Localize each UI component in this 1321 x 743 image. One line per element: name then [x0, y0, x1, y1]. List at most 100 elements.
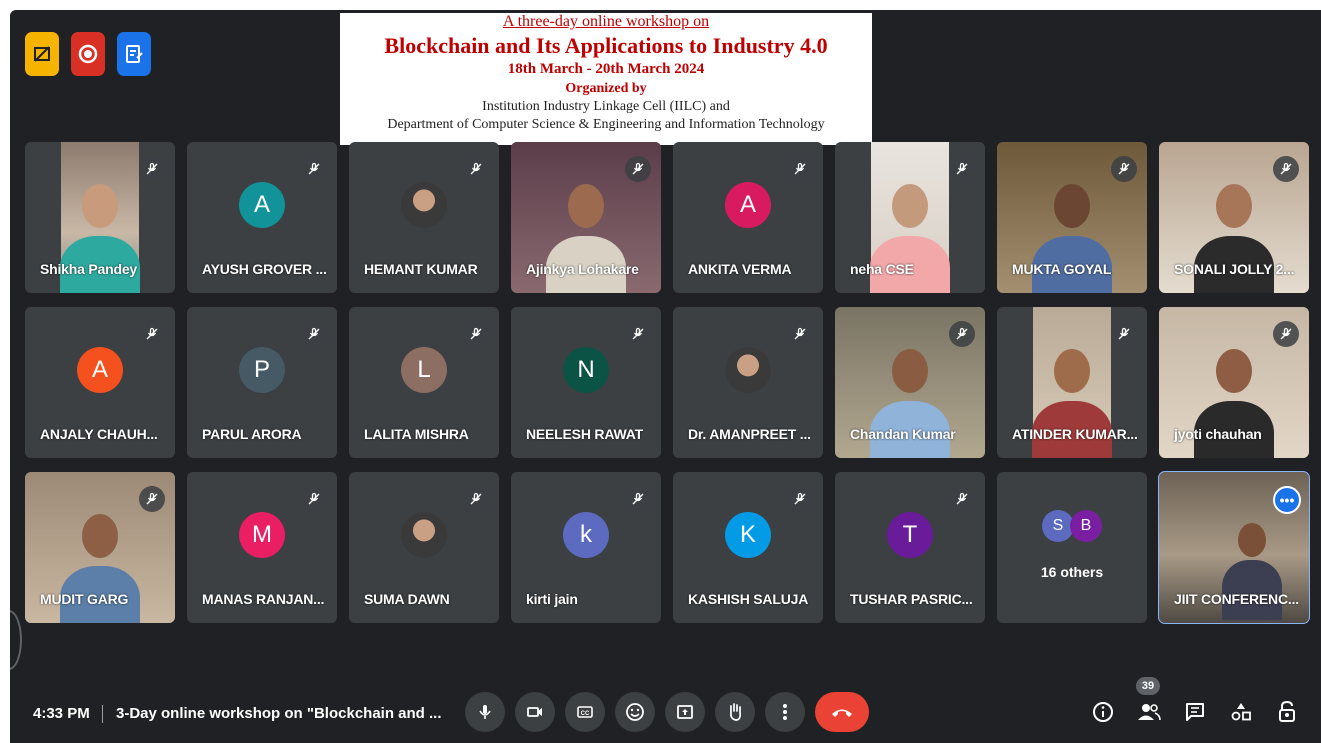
emoji-icon[interactable]: [615, 692, 655, 732]
participant-name: LALITA MISHRA: [364, 426, 469, 442]
avatar: B: [1070, 510, 1102, 542]
avatar: A: [239, 181, 285, 228]
participant-tile[interactable]: Dr. AMANPREET ...: [673, 307, 823, 458]
more-options-icon[interactable]: [765, 692, 805, 732]
participant-tile[interactable]: neha CSE: [835, 142, 985, 293]
participant-tile[interactable]: MUKTA GOYAL: [997, 142, 1147, 293]
avatar: K: [725, 511, 771, 558]
muted-mic-icon: [949, 321, 975, 347]
muted-mic-icon: [625, 321, 651, 347]
participant-grid: Shikha Pandey A AYUSH GROVER ... HEMANT KUM…: [25, 142, 1310, 624]
participant-name: PARUL ARORA: [202, 426, 302, 442]
recording-icon[interactable]: [71, 32, 105, 76]
muted-mic-icon: [301, 156, 327, 182]
participant-tile[interactable]: T TUSHAR PASRIC...: [835, 472, 985, 623]
avatar: [725, 346, 771, 393]
participant-name: SUMA DAWN: [364, 591, 450, 607]
muted-mic-icon: [463, 156, 489, 182]
avatar: A: [725, 181, 771, 228]
bottom-bar: 4:33 PM 3-Day online workshop on "Blockc…: [10, 677, 1321, 743]
participant-tile[interactable]: SONALI JOLLY 2...: [1159, 142, 1309, 293]
participant-tile[interactable]: P PARUL ARORA: [187, 307, 337, 458]
participant-tile[interactable]: A ANKITA VERMA: [673, 142, 823, 293]
captions-icon[interactable]: CC: [565, 692, 605, 732]
avatar: N: [563, 346, 609, 393]
banner-organizer-1: Institution Industry Linkage Cell (IILC)…: [482, 99, 730, 115]
participant-name: ANJALY CHAUH...: [40, 426, 158, 442]
muted-mic-icon: [139, 486, 165, 512]
camera-icon[interactable]: [515, 692, 555, 732]
svg-text:CC: CC: [581, 711, 590, 717]
others-count-label: 16 others: [1040, 564, 1104, 580]
avatar: [401, 511, 447, 558]
muted-mic-icon: [463, 486, 489, 512]
present-icon[interactable]: [665, 692, 705, 732]
participant-tile[interactable]: Ajinkya Lohakare: [511, 142, 661, 293]
avatar: [401, 181, 447, 228]
participant-tile[interactable]: A ANJALY CHAUH...: [25, 307, 175, 458]
end-call-icon[interactable]: [815, 692, 869, 732]
muted-mic-icon: [625, 486, 651, 512]
participant-name: MUDIT GARG: [40, 591, 129, 607]
presentation-banner: A three-day online workshop on Blockchai…: [340, 13, 872, 145]
self-tile[interactable]: ••• JIIT CONFERENC...: [1158, 471, 1310, 624]
muted-mic-icon: [301, 486, 327, 512]
chat-icon[interactable]: [1182, 699, 1208, 725]
participant-tile[interactable]: A AYUSH GROVER ...: [187, 142, 337, 293]
meet-stage: A three-day online workshop on Blockchai…: [10, 10, 1321, 743]
meeting-title[interactable]: 3-Day online workshop on "Blockchain and…: [116, 705, 442, 722]
side-panel-controls: 39: [1090, 677, 1300, 725]
participant-tile[interactable]: MUDIT GARG: [25, 472, 175, 623]
people-count-badge: 39: [1136, 677, 1160, 695]
others-tile[interactable]: S B 16 others: [997, 472, 1147, 623]
banner-line-1: A three-day online workshop on: [502, 13, 710, 30]
participant-name: JIIT CONFERENC...: [1174, 591, 1299, 607]
participant-tile[interactable]: N NEELESH RAWAT: [511, 307, 661, 458]
muted-mic-icon: [463, 321, 489, 347]
call-controls: CC: [465, 692, 869, 732]
banner-organized-by: Organized by: [565, 80, 647, 96]
participant-name: kirti jain: [526, 591, 578, 607]
muted-mic-icon: [301, 321, 327, 347]
avatar: P: [239, 346, 285, 393]
participant-name: MANAS RANJAN...: [202, 591, 325, 607]
participant-name: AYUSH GROVER ...: [202, 261, 327, 277]
participant-name: neha CSE: [850, 261, 914, 277]
participant-name: KASHISH SALUJA: [688, 591, 809, 607]
participant-tile[interactable]: SUMA DAWN: [349, 472, 499, 623]
participant-name: ANKITA VERMA: [688, 261, 792, 277]
avatar: M: [239, 511, 285, 558]
raise-hand-icon[interactable]: [715, 692, 755, 732]
participant-name: ATINDER KUMAR...: [1012, 426, 1138, 442]
avatar: L: [401, 346, 447, 393]
participant-tile[interactable]: Chandan Kumar: [835, 307, 985, 458]
more-options-button[interactable]: •••: [1273, 486, 1301, 514]
participant-name: TUSHAR PASRIC...: [850, 591, 973, 607]
people-icon[interactable]: 39: [1136, 677, 1162, 725]
host-controls-icon[interactable]: [1274, 699, 1300, 725]
mic-icon[interactable]: [465, 692, 505, 732]
participant-tile[interactable]: Shikha Pandey: [25, 142, 175, 293]
muted-mic-icon: [1273, 156, 1299, 182]
participant-tile[interactable]: ATINDER KUMAR...: [997, 307, 1147, 458]
banner-dates: 18th March - 20th March 2024: [507, 60, 705, 77]
muted-mic-icon: [625, 156, 651, 182]
info-icon[interactable]: [1090, 699, 1116, 725]
notes-icon[interactable]: [117, 32, 151, 76]
participant-tile[interactable]: jyoti chauhan: [1159, 307, 1309, 458]
activities-icon[interactable]: [1228, 699, 1254, 725]
avatar: k: [563, 511, 609, 558]
participant-tile[interactable]: K KASHISH SALUJA: [673, 472, 823, 623]
meeting-time: 4:33 PM: [33, 705, 90, 722]
participant-tile[interactable]: HEMANT KUMAR: [349, 142, 499, 293]
muted-mic-icon: [949, 156, 975, 182]
participant-tile[interactable]: L LALITA MISHRA: [349, 307, 499, 458]
muted-mic-icon: [787, 156, 813, 182]
participant-tile[interactable]: k kirti jain: [511, 472, 661, 623]
participant-name: jyoti chauhan: [1174, 426, 1262, 442]
no-video-badge-icon[interactable]: [25, 32, 59, 76]
participant-tile[interactable]: M MANAS RANJAN...: [187, 472, 337, 623]
muted-mic-icon: [1273, 321, 1299, 347]
participant-name: NEELESH RAWAT: [526, 426, 643, 442]
participant-name: MUKTA GOYAL: [1012, 261, 1112, 277]
